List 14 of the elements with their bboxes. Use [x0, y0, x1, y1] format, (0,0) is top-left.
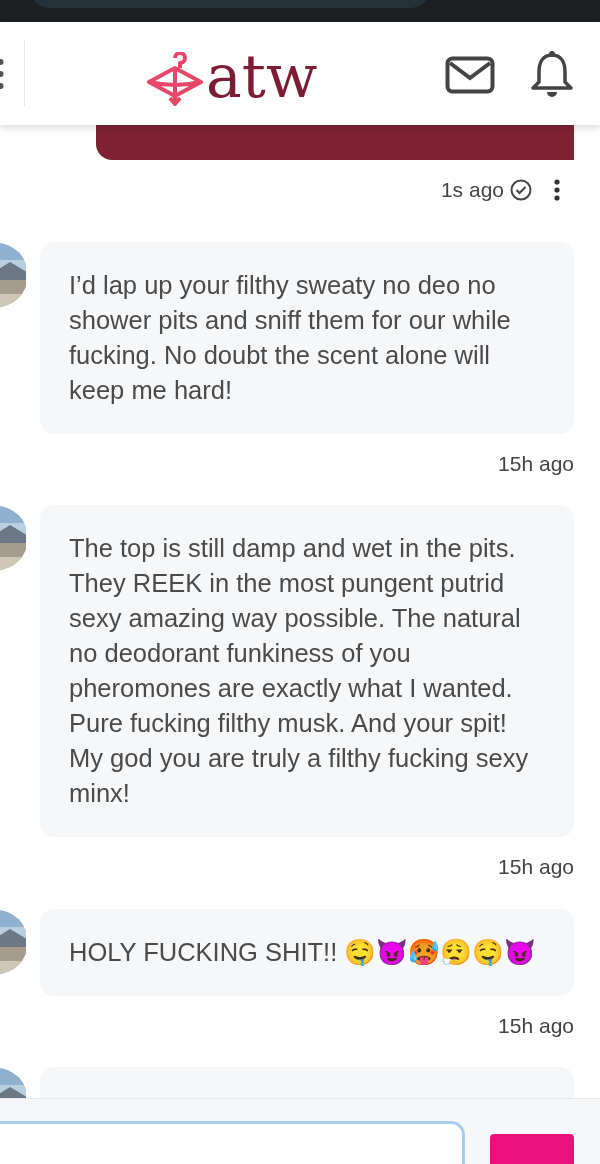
menu-icon[interactable] — [0, 56, 5, 92]
bell-icon[interactable] — [530, 50, 574, 100]
message-time: 1s ago — [440, 177, 504, 203]
message-time: 15h ago — [498, 1012, 574, 1039]
logo-icon — [146, 52, 204, 108]
message-time: 15h ago — [498, 854, 574, 880]
message-bubble: HOLY FUCKING SHIT!! 🤤😈🥵😮‍💨🤤😈 — [40, 908, 574, 996]
more-icon[interactable] — [554, 178, 560, 201]
logo-text[interactable]: atw — [206, 46, 318, 106]
message-input-field[interactable] — [0, 1121, 465, 1164]
message-bubble: The top is still damp and wet in the pits. They REEK in the most pungent putrid sexy amazing way possible. The natural no deodorant funkiness of you pheromones are exactly what I wanted. Pure fucking filthy musk. And your spit! My god you are truly a filthy fucking sexy minx! — [40, 505, 574, 837]
message-bubble: I’d lap up your filthy sweaty no deo no shower pits and sniff them for our while fucking. No doubt the scent alone will keep me hard! — [40, 241, 574, 434]
message-time: 15h ago — [498, 450, 574, 477]
mail-icon[interactable] — [445, 56, 495, 94]
